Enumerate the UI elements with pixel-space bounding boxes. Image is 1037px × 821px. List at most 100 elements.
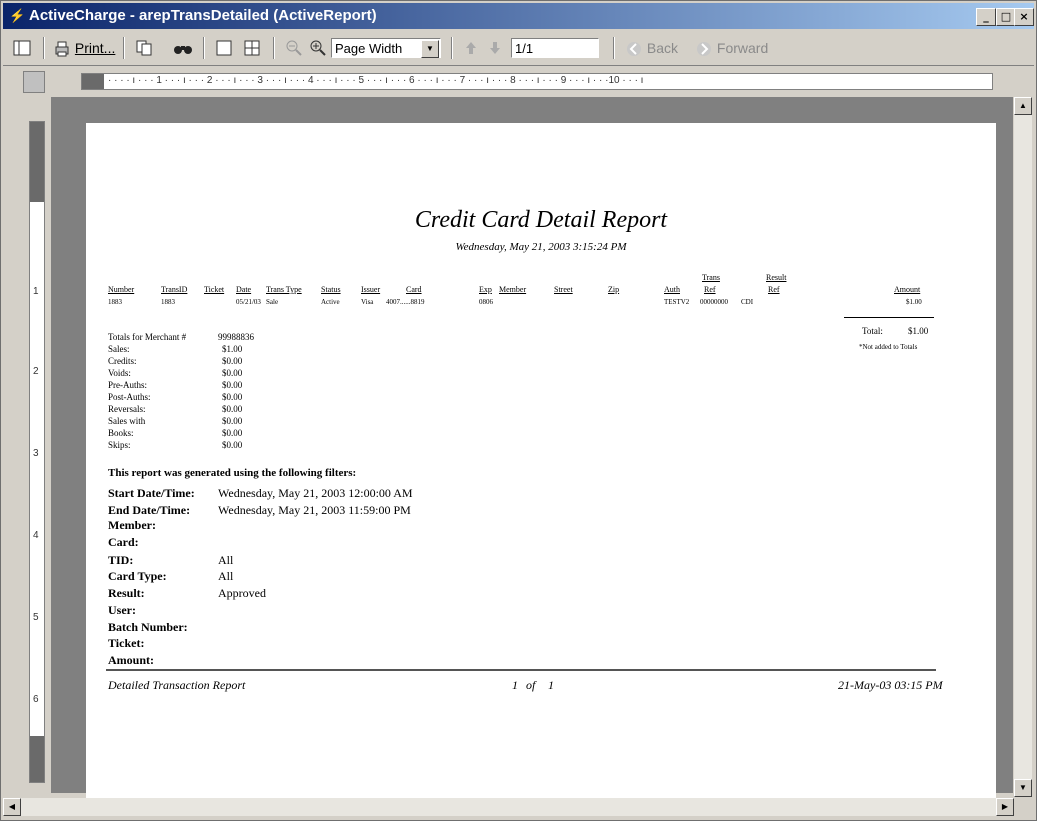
summary-value: $0.00 — [222, 404, 243, 414]
filter-label: TID: — [108, 553, 134, 567]
scroll-right-icon[interactable]: ▶ — [996, 798, 1014, 816]
cell-trans-type: Sale — [266, 298, 279, 306]
vruler-mark: 1 — [33, 286, 39, 297]
copy-icon[interactable] — [135, 36, 153, 60]
preview-canvas[interactable]: Credit Card Detail Report Wednesday, May… — [51, 97, 1013, 803]
scroll-left-icon[interactable]: ◀ — [3, 798, 21, 816]
print-label: Print... — [74, 40, 116, 56]
merchant-totals-label: Totals for Merchant # — [108, 332, 187, 342]
window-title: ActiveCharge - arepTransDetailed (Active… — [29, 7, 377, 24]
scroll-up-icon[interactable]: ▲ — [1014, 97, 1032, 115]
total-value: $1.00 — [908, 326, 929, 336]
zoom-out-icon[interactable] — [285, 36, 303, 60]
summary-value: $0.00 — [222, 392, 243, 402]
cell-transid: 1883 — [161, 298, 175, 306]
horizontal-scrollbar[interactable]: ◀ ▶ — [3, 798, 1014, 816]
toolbar-separator — [123, 37, 125, 59]
vertical-ruler[interactable]: 1 2 3 4 5 6 — [29, 121, 45, 783]
zoom-in-icon[interactable] — [309, 36, 327, 60]
minimize-button[interactable]: _ — [976, 8, 996, 26]
column-header: Auth — [664, 285, 680, 294]
summary-label: Voids: — [108, 368, 131, 378]
filter-value: Approved — [218, 586, 266, 600]
summary-value: $1.00 — [222, 344, 243, 354]
forward-label: Forward — [716, 40, 769, 56]
toolbar-separator — [273, 37, 275, 59]
summary-value: $0.00 — [222, 356, 243, 366]
chevron-down-icon[interactable]: ▼ — [421, 40, 439, 58]
merchant-number: 99988836 — [218, 332, 254, 342]
vruler-mark: 6 — [33, 694, 39, 705]
column-header: Trans Type — [266, 285, 302, 294]
page-number-input[interactable]: 1/1 — [511, 38, 599, 58]
summary-label: Reversals: — [108, 404, 146, 414]
column-header: Status — [321, 285, 341, 294]
filter-label: Member: — [108, 518, 156, 532]
filter-value: All — [218, 569, 234, 583]
footer-right: 21-May-03 03:15 PM — [838, 678, 943, 692]
cell-result-ref: CDI — [741, 298, 754, 306]
filter-label: End Date/Time: — [108, 503, 191, 517]
back-button[interactable]: Back — [625, 36, 678, 60]
footer-left: Detailed Transaction Report — [108, 678, 246, 692]
back-label: Back — [646, 40, 679, 56]
multi-page-icon[interactable] — [243, 36, 261, 60]
printer-icon — [55, 41, 69, 57]
summary-label: Post-Auths: — [108, 392, 151, 402]
cell-trans-ref: 00000000 — [700, 298, 728, 306]
find-icon[interactable] — [173, 36, 193, 60]
zoom-value: Page Width — [335, 41, 403, 56]
print-button[interactable]: Print... — [53, 36, 115, 60]
footer-of: of — [526, 678, 536, 692]
title-bar[interactable]: ⚡ ActiveCharge - arepTransDetailed (Acti… — [3, 3, 1034, 29]
previous-page-icon[interactable] — [463, 36, 479, 60]
footer-rule — [106, 669, 936, 671]
report-subtitle: Wednesday, May 21, 2003 3:15:24 PM — [455, 241, 627, 253]
column-header: Ref — [768, 285, 780, 294]
next-page-icon[interactable] — [487, 36, 503, 60]
filter-label: Card: — [108, 535, 139, 549]
app-window: ⚡ ActiveCharge - arepTransDetailed (Acti… — [0, 0, 1037, 821]
column-header: Member — [499, 285, 527, 294]
filter-label: Start Date/Time: — [108, 486, 195, 500]
filters-heading: This report was generated using the foll… — [108, 467, 357, 479]
column-header: Result — [766, 273, 787, 282]
maximize-button[interactable]: □ — [996, 8, 1016, 26]
vertical-scrollbar[interactable]: ▲ ▼ — [1014, 97, 1032, 797]
toc-toggle-icon[interactable] — [13, 36, 31, 60]
forward-button[interactable]: Forward — [695, 36, 768, 60]
filter-value: Wednesday, May 21, 2003 11:59:00 PM — [218, 503, 411, 517]
summary-value: $0.00 — [222, 380, 243, 390]
vruler-mark: 3 — [33, 448, 39, 459]
ruler-row: · · · · ı · · · 1 · · · ı · · · 2 · · · … — [3, 67, 1034, 93]
filter-value: All — [218, 553, 234, 567]
zoom-select[interactable]: Page Width ▼ — [331, 38, 441, 58]
single-page-icon[interactable] — [215, 36, 233, 60]
vruler-mark: 5 — [33, 612, 39, 623]
filter-value: Wednesday, May 21, 2003 12:00:00 AM — [218, 486, 413, 500]
filter-label: Batch Number: — [108, 620, 188, 634]
scroll-down-icon[interactable]: ▼ — [1014, 779, 1032, 797]
column-header: Street — [554, 285, 573, 294]
back-arrow-icon — [627, 42, 641, 57]
summary-value: $0.00 — [222, 428, 243, 438]
cell-amount: $1.00 — [906, 298, 922, 306]
column-header: TransID — [161, 285, 188, 294]
ruler-margin — [30, 122, 44, 202]
ruler-ticks: · · · · ı · · · 1 · · · ı · · · 2 · · · … — [108, 75, 644, 86]
horizontal-ruler[interactable]: · · · · ı · · · 1 · · · ı · · · 2 · · · … — [81, 73, 993, 90]
page-number-value: 1/1 — [515, 41, 534, 56]
summary-label: Sales: — [108, 344, 130, 354]
filter-label: User: — [108, 603, 136, 617]
total-note: *Not added to Totals — [859, 343, 918, 351]
vruler-mark: 2 — [33, 366, 39, 377]
toolbar-separator — [613, 37, 615, 59]
ruler-margin — [82, 74, 104, 89]
summary-value: $0.00 — [222, 440, 243, 450]
filter-label: Card Type: — [108, 569, 167, 583]
app-icon[interactable]: ⚡ — [9, 9, 25, 23]
close-button[interactable]: × — [1014, 8, 1034, 26]
column-header: Exp — [479, 285, 492, 294]
footer-page: 1 — [512, 678, 518, 692]
summary-label: Sales with — [108, 416, 146, 426]
